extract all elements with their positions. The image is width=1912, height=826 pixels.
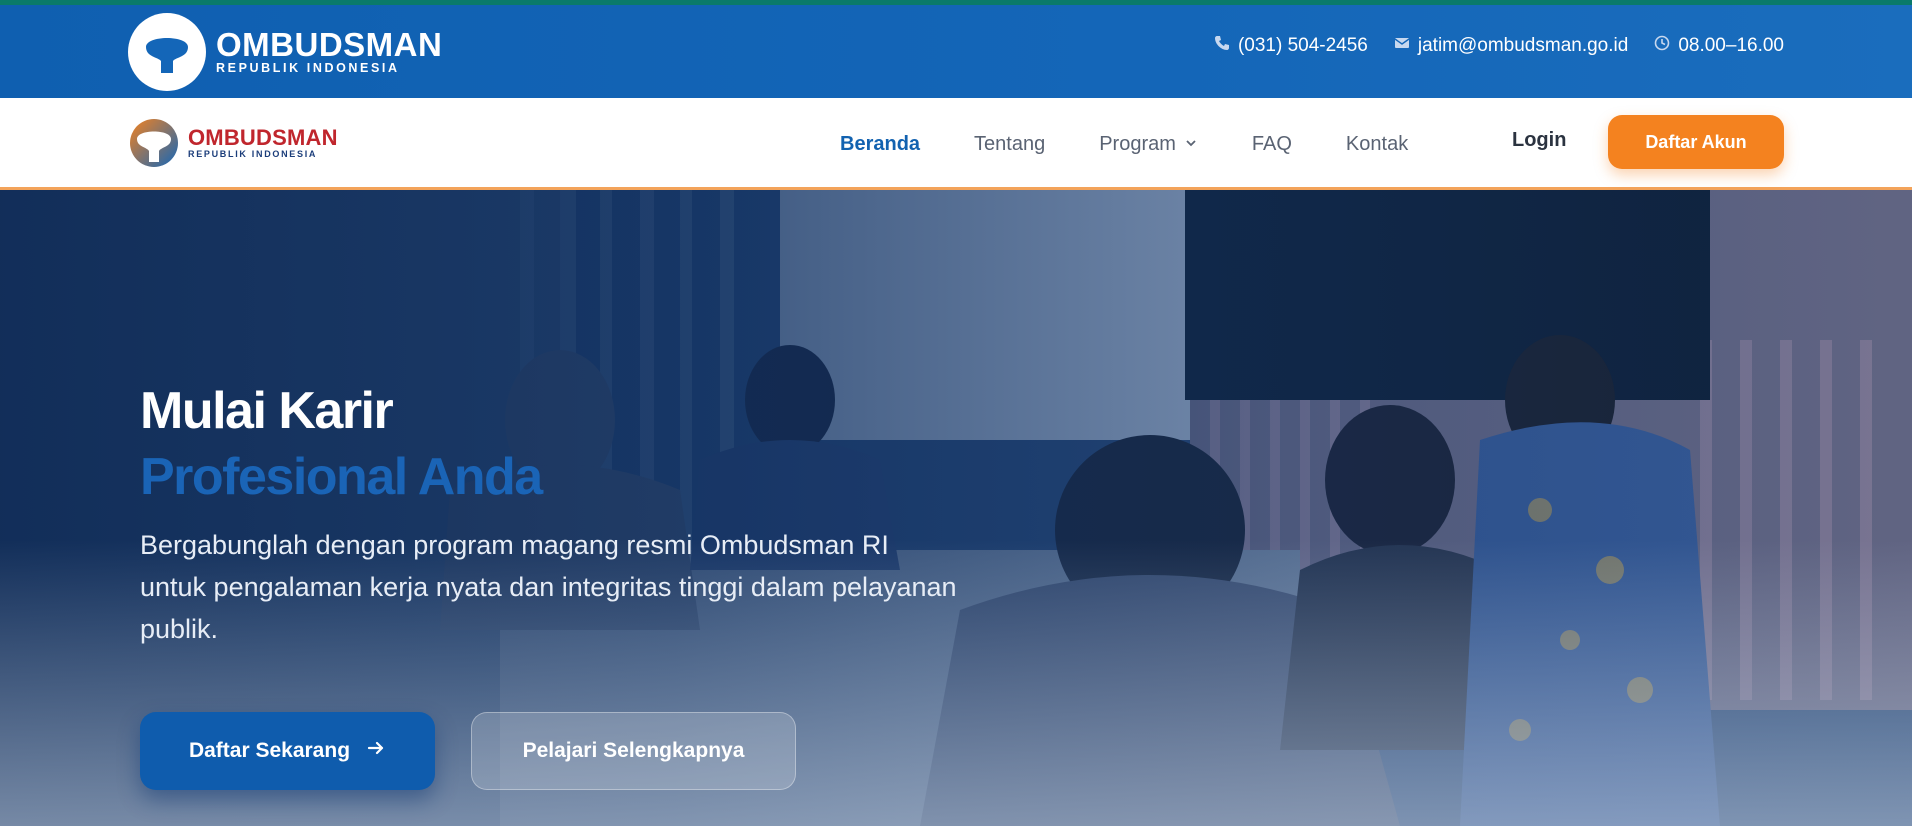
nav-item-label: Program	[1099, 132, 1176, 155]
nav-item-tentang[interactable]: Tentang	[974, 133, 1045, 156]
ombudsman-logo-icon	[128, 118, 180, 168]
nav-item-faq[interactable]: FAQ	[1252, 133, 1292, 156]
brand-subtitle: REPUBLIK INDONESIA	[216, 61, 400, 75]
brand-name: OMBUDSMAN	[188, 125, 338, 150]
login-link[interactable]: Login	[1512, 129, 1566, 152]
hero-title: Mulai Karir	[140, 382, 394, 440]
email-contact[interactable]: jatim@ombudsman.go.id	[1394, 35, 1628, 57]
mail-icon	[1394, 35, 1410, 57]
phone-icon	[1214, 35, 1230, 57]
main-navbar: OMBUDSMAN REPUBLIK INDONESIA Beranda Ten…	[0, 98, 1912, 190]
hero-section: Mulai Karir Profesional Anda Bergabungla…	[0, 190, 1912, 826]
nav-menu: Beranda Tentang Program FAQ Kontak	[840, 98, 1408, 190]
hours-contact: 08.00–16.00	[1654, 35, 1784, 57]
hero-description: Bergabunglah dengan program magang resmi…	[140, 530, 957, 644]
navbar-logo[interactable]: OMBUDSMAN REPUBLIK INDONESIA	[128, 118, 338, 168]
brand-subtitle: REPUBLIK INDONESIA	[188, 149, 318, 159]
brand-name: OMBUDSMAN	[216, 26, 443, 63]
clock-icon	[1654, 35, 1670, 57]
hero-title-highlight: Profesional Anda	[140, 448, 543, 506]
learn-more-button[interactable]: Pelajari Selengkapnya	[471, 712, 796, 790]
nav-item-label: Beranda	[840, 132, 921, 155]
nav-item-kontak[interactable]: Kontak	[1346, 133, 1408, 156]
nav-item-label: Tentang	[974, 132, 1046, 155]
register-now-label: Daftar Sekarang	[188, 739, 351, 762]
chevron-down-icon	[1184, 133, 1198, 156]
nav-item-label: Kontak	[1345, 132, 1409, 155]
phone-contact[interactable]: (031) 504-2456	[1214, 35, 1368, 57]
register-button[interactable]: Daftar Akun	[1608, 115, 1784, 169]
phone-number: (031) 504-2456	[1237, 35, 1368, 56]
nav-item-label: FAQ	[1251, 132, 1292, 155]
top-bar: OMBUDSMAN REPUBLIK INDONESIA (031) 504-2…	[0, 0, 1912, 98]
register-now-button[interactable]: Daftar Sekarang	[140, 712, 435, 790]
ombudsman-logo-icon	[128, 13, 206, 91]
office-hours: 08.00–16.00	[1678, 35, 1784, 56]
topbar-logo[interactable]: OMBUDSMAN REPUBLIK INDONESIA	[128, 13, 442, 91]
contact-info: (031) 504-2456 jatim@ombudsman.go.id 08.…	[1214, 35, 1784, 57]
email-address: jatim@ombudsman.go.id	[1417, 35, 1629, 56]
arrow-right-icon	[366, 738, 386, 764]
nav-item-beranda[interactable]: Beranda	[840, 133, 920, 156]
nav-item-program[interactable]: Program	[1099, 133, 1198, 156]
